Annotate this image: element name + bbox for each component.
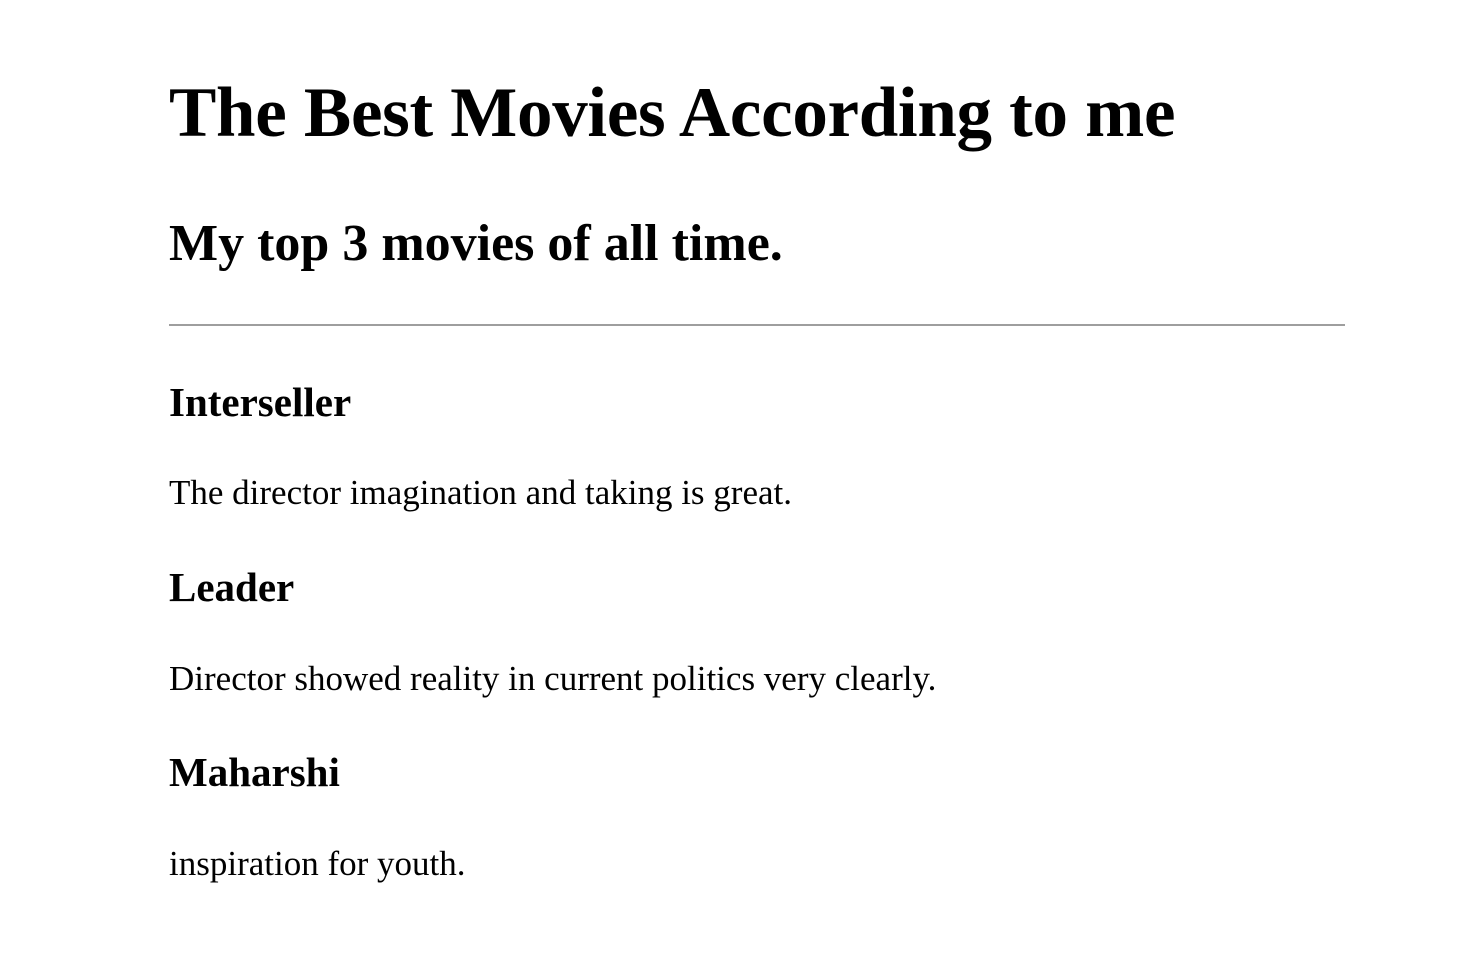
- page-title: The Best Movies According to me: [169, 74, 1176, 152]
- movie-title-interseller: Interseller: [169, 379, 352, 425]
- page-subtitle: My top 3 movies of all time.: [169, 215, 783, 272]
- movie-description-maharshi: inspiration for youth.: [169, 844, 466, 883]
- movie-description-leader: Director showed reality in current polit…: [169, 659, 937, 698]
- movie-title-maharshi: Maharshi: [169, 749, 340, 795]
- horizontal-divider: [169, 324, 1345, 326]
- movie-description-interseller: The director imagination and taking is g…: [169, 473, 792, 512]
- movie-title-leader: Leader: [169, 564, 295, 610]
